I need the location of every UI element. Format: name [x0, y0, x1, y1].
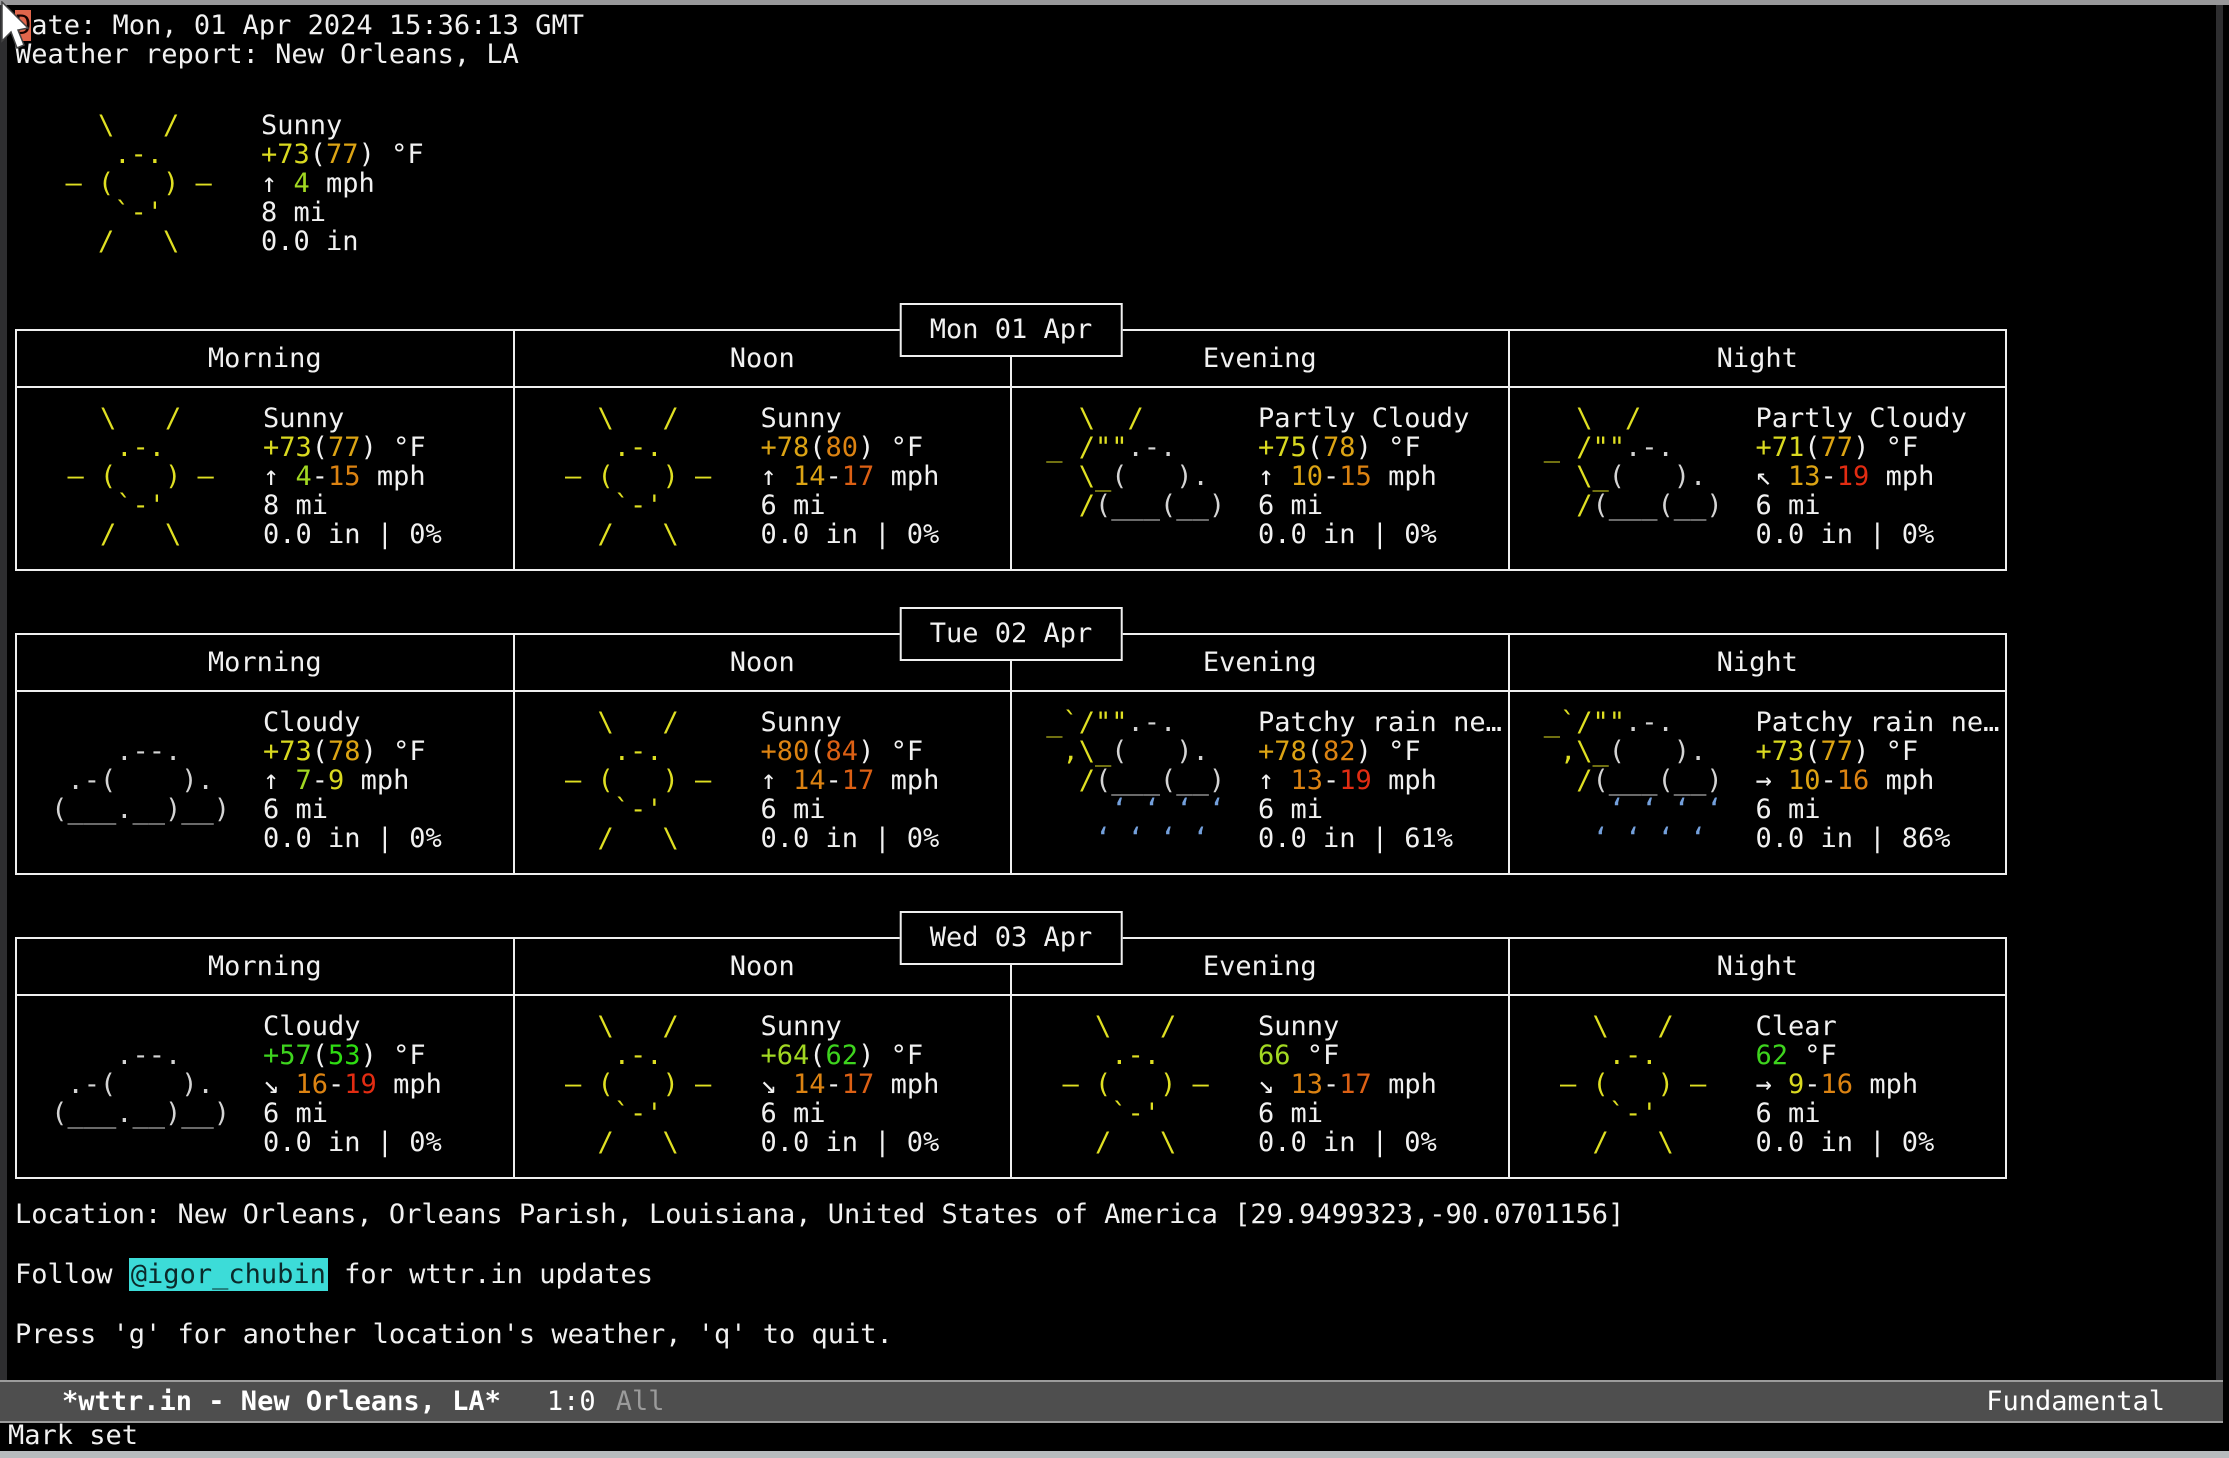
- forecast-cell: \ / _ /"".-. \_( ). /(___(__) Partly Clo…: [1012, 388, 1508, 569]
- forecast-cell-container: \ / .-. ― ( ) ― `-' / \Sunny +78(80) °F …: [514, 387, 1012, 570]
- period-header-morning: Morning: [16, 938, 514, 995]
- period-header-night: Night: [1509, 938, 2007, 995]
- period-header-night: Night: [1509, 330, 2007, 387]
- cloudy-icon: .--. .-( ). (___.__)__): [17, 1012, 257, 1157]
- left-fringe: [0, 5, 7, 1380]
- forecast-text: Sunny 66 °F ↘ 13-17 mph 6 mi 0.0 in | 0%: [1252, 1012, 1437, 1157]
- major-mode-label[interactable]: Fundamental: [1986, 1386, 2165, 1417]
- sunny-icon: \ / .-. ― ( ) ― `-' / \: [515, 404, 755, 549]
- follow-prefix: Follow: [15, 1259, 129, 1290]
- date-label: Tue 02 Apr: [900, 607, 1123, 661]
- forecast-cell: _`/"".-. ,\_( ). /(___(__) ‘ ‘ ‘ ‘ ‘ ‘ ‘…: [1012, 692, 1508, 873]
- keyboard-hint-line: Press 'g' for another location's weather…: [15, 1320, 2216, 1349]
- forecast-cell: .--. .-( ). (___.__)__) Cloudy +73(78) °…: [17, 692, 513, 873]
- weather-report-line: Weather report: New Orleans, LA: [15, 40, 2216, 69]
- forecast-cell: \ / .-. ― ( ) ― `-' / \Sunny +78(80) °F …: [515, 388, 1011, 569]
- forecast-text: Clear 62 °F → 9-16 mph 6 mi 0.0 in | 0%: [1750, 1012, 1935, 1157]
- date-line: Date: Mon, 01 Apr 2024 15:36:13 GMT: [15, 11, 2216, 40]
- forecast-cell-container: .--. .-( ). (___.__)__) Cloudy +73(78) °…: [16, 691, 514, 874]
- buffer-name: *wttr.in - New Orleans, LA*: [62, 1386, 501, 1417]
- wttr-buffer[interactable]: Date: Mon, 01 Apr 2024 15:36:13 GMT Weat…: [7, 5, 2216, 1380]
- emacs-window: Date: Mon, 01 Apr 2024 15:36:13 GMT Weat…: [0, 0, 2229, 1458]
- partly-icon: \ / _ /"".-. \_( ). /(___(__): [1012, 404, 1252, 549]
- sunny-icon: \ / .-. ― ( ) ― `-' / \: [1510, 1012, 1750, 1157]
- period-header-night: Night: [1509, 634, 2007, 691]
- cursor-position: 1:0: [547, 1386, 596, 1417]
- date-label: Mon 01 Apr: [900, 303, 1123, 357]
- sunny-icon: \ / .-. ― ( ) ― `-' / \: [17, 404, 257, 549]
- right-fringe: [2216, 5, 2223, 1380]
- window-right-edge: [2223, 5, 2229, 1380]
- partly-icon: \ / _ /"".-. \_( ). /(___(__): [1510, 404, 1750, 549]
- forecast-text: Sunny +78(80) °F ↑ 14-17 mph 6 mi 0.0 in…: [755, 404, 940, 549]
- forecast-text: Sunny +73(77) °F ↑ 4-15 mph 8 mi 0.0 in …: [257, 404, 442, 549]
- forecast-cell-container: \ / .-. ― ( ) ― `-' / \Sunny 66 °F ↘ 13-…: [1011, 995, 1509, 1178]
- date-text: ate: Mon, 01 Apr 2024 15:36:13 GMT: [31, 10, 584, 41]
- forecast-cell: \ / .-. ― ( ) ― `-' / \Sunny 66 °F ↘ 13-…: [1012, 996, 1508, 1177]
- date-label: Wed 03 Apr: [900, 911, 1123, 965]
- forecast-text: Partly Cloudy +75(78) °F ↑ 10-15 mph 6 m…: [1252, 404, 1469, 549]
- forecast-cell: \ / .-. ― ( ) ― `-' / \Sunny +73(77) °F …: [15, 95, 424, 276]
- follow-suffix: for wttr.in updates: [328, 1259, 653, 1290]
- sunny-icon: \ / .-. ― ( ) ― `-' / \: [15, 111, 255, 256]
- follow-line: Follow @igor_chubin for wttr.in updates: [15, 1260, 2216, 1289]
- period-header-morning: Morning: [16, 634, 514, 691]
- sunny-icon: \ / .-. ― ( ) ― `-' / \: [515, 1012, 755, 1157]
- forecast-text: Sunny +64(62) °F ↘ 14-17 mph 6 mi 0.0 in…: [755, 1012, 940, 1157]
- forecast-cell: \ / .-. ― ( ) ― `-' / \Clear 62 °F → 9-1…: [1510, 996, 2006, 1177]
- forecast-text: Sunny +80(84) °F ↑ 14-17 mph 6 mi 0.0 in…: [755, 708, 940, 853]
- rain-icon: _`/"".-. ,\_( ). /(___(__) ‘ ‘ ‘ ‘ ‘ ‘ ‘…: [1510, 708, 1750, 853]
- forecast-cell-container: \ / .-. ― ( ) ― `-' / \Sunny +80(84) °F …: [514, 691, 1012, 874]
- forecast-cell: \ / .-. ― ( ) ― `-' / \Sunny +64(62) °F …: [515, 996, 1011, 1177]
- scroll-indicator: All: [616, 1386, 665, 1417]
- forecast-cell-container: \ / .-. ― ( ) ― `-' / \Clear 62 °F → 9-1…: [1509, 995, 2007, 1178]
- cloudy-icon: .--. .-( ). (___.__)__): [17, 708, 257, 853]
- current-conditions: \ / .-. ― ( ) ― `-' / \Sunny +73(77) °F …: [15, 95, 2216, 276]
- forecast-text: Cloudy +57(53) °F ↘ 16-19 mph 6 mi 0.0 i…: [257, 1012, 442, 1157]
- twitter-handle[interactable]: @igor_chubin: [129, 1258, 328, 1291]
- forecast-cell-container: _`/"".-. ,\_( ). /(___(__) ‘ ‘ ‘ ‘ ‘ ‘ ‘…: [1509, 691, 2007, 874]
- forecast-cell: \ / .-. ― ( ) ― `-' / \Sunny +80(84) °F …: [515, 692, 1011, 873]
- forecast-cell-container: _`/"".-. ,\_( ). /(___(__) ‘ ‘ ‘ ‘ ‘ ‘ ‘…: [1011, 691, 1509, 874]
- forecast-cell: .--. .-( ). (___.__)__) Cloudy +57(53) °…: [17, 996, 513, 1177]
- forecast-text: Patchy rain ne… +73(77) °F → 10-16 mph 6…: [1750, 708, 2000, 853]
- emacs-modeline[interactable]: *wttr.in - New Orleans, LA* 1:0 All Fund…: [0, 1380, 2223, 1423]
- forecast-cell-container: \ / _ /"".-. \_( ). /(___(__) Partly Clo…: [1011, 387, 1509, 570]
- forecast-days: Mon 01 AprMorningNoonEveningNight \ / .-…: [15, 303, 2216, 1179]
- forecast-cell-container: .--. .-( ). (___.__)__) Cloudy +57(53) °…: [16, 995, 514, 1178]
- forecast-text: Cloudy +73(78) °F ↑ 7-9 mph 6 mi 0.0 in …: [257, 708, 442, 853]
- echo-area: Mark set: [0, 1423, 2229, 1451]
- mouse-pointer-icon: [0, 1, 34, 51]
- forecast-text: Sunny +73(77) °F ↑ 4 mph 8 mi 0.0 in: [255, 111, 424, 256]
- forecast-text: Patchy rain ne… +78(82) °F ↑ 13-19 mph 6…: [1252, 708, 1502, 853]
- forecast-cell-container: \ / .-. ― ( ) ― `-' / \Sunny +73(77) °F …: [16, 387, 514, 570]
- location-line: Location: New Orleans, Orleans Parish, L…: [15, 1200, 2216, 1229]
- forecast-text: Partly Cloudy +71(77) °F ↖ 13-19 mph 6 m…: [1750, 404, 1967, 549]
- sunny-icon: \ / .-. ― ( ) ― `-' / \: [1012, 1012, 1252, 1157]
- forecast-cell-container: \ / _ /"".-. \_( ). /(___(__) Partly Clo…: [1509, 387, 2007, 570]
- forecast-table-wed-03-apr: Wed 03 AprMorningNoonEveningNight .--. .…: [15, 911, 2007, 1179]
- forecast-table-mon-01-apr: Mon 01 AprMorningNoonEveningNight \ / .-…: [15, 303, 2007, 571]
- rain-icon: _`/"".-. ,\_( ). /(___(__) ‘ ‘ ‘ ‘ ‘ ‘ ‘…: [1012, 708, 1252, 853]
- forecast-cell-container: \ / .-. ― ( ) ― `-' / \Sunny +64(62) °F …: [514, 995, 1012, 1178]
- forecast-cell: \ / .-. ― ( ) ― `-' / \Sunny +73(77) °F …: [17, 388, 513, 569]
- window-bottom-edge: [0, 1451, 2229, 1458]
- forecast-table-tue-02-apr: Tue 02 AprMorningNoonEveningNight .--. .…: [15, 607, 2007, 875]
- sunny-icon: \ / .-. ― ( ) ― `-' / \: [515, 708, 755, 853]
- forecast-cell: \ / _ /"".-. \_( ). /(___(__) Partly Clo…: [1510, 388, 2006, 569]
- forecast-cell: _`/"".-. ,\_( ). /(___(__) ‘ ‘ ‘ ‘ ‘ ‘ ‘…: [1510, 692, 2006, 873]
- period-header-morning: Morning: [16, 330, 514, 387]
